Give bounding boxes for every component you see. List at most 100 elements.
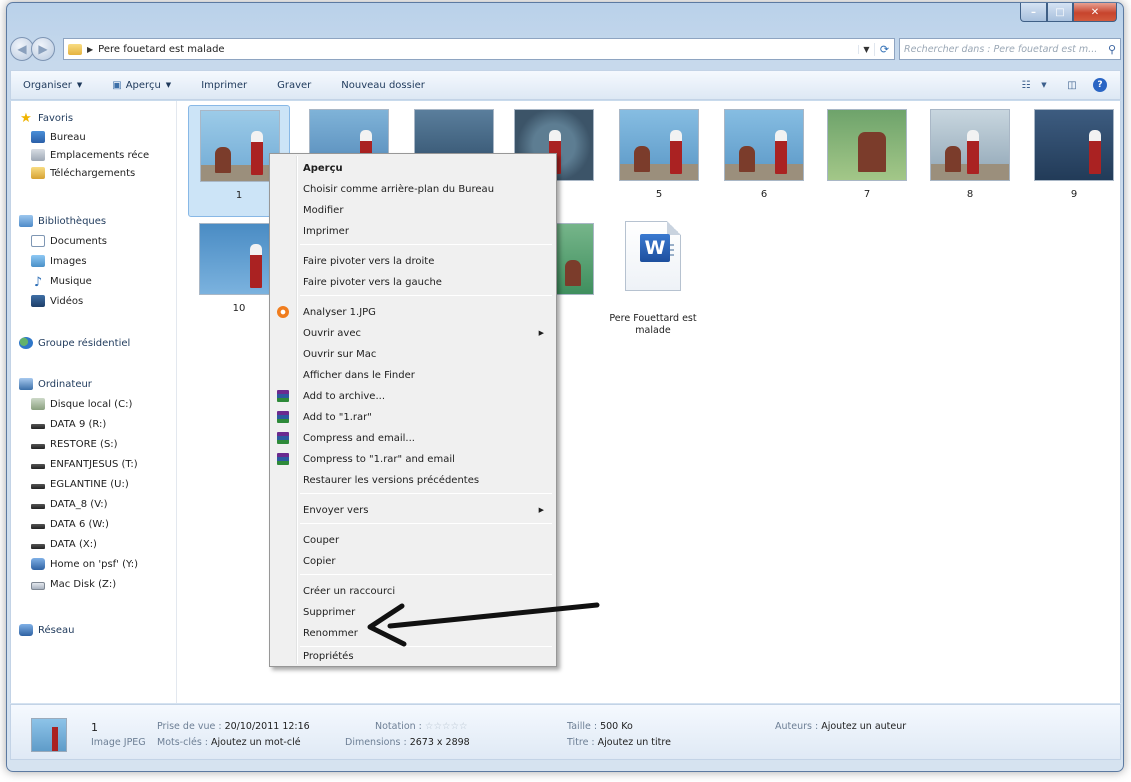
address-bar[interactable]: ▶ Pere fouetard est malade ▼ ⟳ xyxy=(63,38,895,60)
menu-item-rotate-left[interactable]: Faire pivoter vers la gauche xyxy=(272,272,554,292)
drive-icon xyxy=(31,484,45,489)
breadcrumb-current[interactable]: Pere fouetard est malade xyxy=(98,44,224,55)
nav-favorites[interactable]: ★ Favoris xyxy=(19,110,73,126)
nav-downloads[interactable]: Téléchargements xyxy=(31,165,135,181)
breadcrumb-chevron-icon[interactable]: ▶ xyxy=(87,45,93,54)
word-document-file[interactable]: W Pere Fouettard est malade xyxy=(603,221,703,341)
file-name: 7 xyxy=(863,189,871,200)
nav-drive[interactable]: Mac Disk (Z:) xyxy=(31,576,116,592)
menu-item-restore-versions[interactable]: Restaurer les versions précédentes xyxy=(272,470,554,490)
nav-drive[interactable]: DATA_8 (V:) xyxy=(31,496,108,512)
nav-images[interactable]: Images xyxy=(31,253,87,269)
details-pane: 1 Image JPEG Prise de vue : 20/10/2011 1… xyxy=(10,704,1121,760)
address-dropdown-icon[interactable]: ▼ xyxy=(858,44,874,54)
search-input[interactable]: Rechercher dans : Pere fouetard est m...… xyxy=(899,38,1121,60)
nav-drive[interactable]: Disque local (C:) xyxy=(31,396,132,412)
detail-title[interactable]: Titre : Ajoutez un titre xyxy=(567,737,671,748)
file-thumbnail[interactable]: 8 xyxy=(919,105,1021,217)
nav-drive[interactable]: RESTORE (S:) xyxy=(31,436,118,452)
print-button[interactable]: Imprimer xyxy=(201,80,247,91)
nav-label: DATA 9 (R:) xyxy=(50,418,107,430)
menu-item-scan[interactable]: Analyser 1.JPG xyxy=(272,302,554,322)
nav-drive[interactable]: ENFANTJESUS (T:) xyxy=(31,456,138,472)
menu-item-show-in-finder[interactable]: Afficher dans le Finder xyxy=(272,365,554,385)
forward-arrow-icon[interactable]: ▶ xyxy=(31,37,55,61)
nav-homegroup[interactable]: Groupe résidentiel xyxy=(19,335,130,351)
nav-label: Mac Disk (Z:) xyxy=(50,578,117,590)
menu-item-preview[interactable]: Aperçu xyxy=(272,158,554,178)
menu-item-compress-rar-email[interactable]: Compress to "1.rar" and email xyxy=(272,449,554,469)
homegroup-icon xyxy=(19,337,33,349)
image-thumbnail xyxy=(827,109,907,181)
menu-item-label: Analyser 1.JPG xyxy=(303,306,376,318)
close-icon[interactable]: ✕ xyxy=(1073,3,1117,22)
file-thumbnail[interactable]: 7 xyxy=(816,105,918,217)
detail-keywords[interactable]: Mots-clés : Ajoutez un mot-clé xyxy=(157,737,301,748)
nav-music[interactable]: ♪ Musique xyxy=(31,273,92,290)
menu-item-rename[interactable]: Renommer xyxy=(272,623,554,643)
menu-item-add-to-archive[interactable]: Add to archive... xyxy=(272,386,554,406)
nav-drive[interactable]: DATA (X:) xyxy=(31,536,97,552)
menu-item-edit[interactable]: Modifier xyxy=(272,200,554,220)
file-name: 8 xyxy=(966,189,974,200)
local-disk-icon xyxy=(31,398,45,410)
menu-item-add-to-rar[interactable]: Add to "1.rar" xyxy=(272,407,554,427)
nav-recent-places[interactable]: Emplacements réce xyxy=(31,147,149,163)
drive-icon xyxy=(31,544,45,549)
nav-drive[interactable]: DATA 9 (R:) xyxy=(31,416,106,432)
image-thumbnail xyxy=(724,109,804,181)
winrar-icon xyxy=(277,453,289,465)
nav-computer[interactable]: Ordinateur xyxy=(19,376,92,392)
nav-label: Réseau xyxy=(38,624,75,636)
chevron-down-icon[interactable]: ▼ xyxy=(1036,77,1052,93)
burn-button[interactable]: Graver xyxy=(277,80,311,91)
file-thumbnail[interactable]: 5 xyxy=(608,105,710,217)
nav-label: Documents xyxy=(50,235,108,247)
menu-item-properties[interactable]: Propriétés xyxy=(272,646,554,666)
help-button[interactable]: ? xyxy=(1092,77,1108,93)
organize-label: Organiser xyxy=(23,79,72,91)
selected-file-thumbnail xyxy=(31,718,67,752)
menu-item-delete[interactable]: Supprimer xyxy=(272,602,554,622)
nav-drive[interactable]: EGLANTINE (U:) xyxy=(31,476,129,492)
preview-pane-icon[interactable]: ◫ xyxy=(1064,77,1080,93)
menu-item-cut[interactable]: Couper xyxy=(272,530,554,550)
file-name: 5 xyxy=(655,189,663,200)
folder-icon xyxy=(68,43,82,55)
nav-network[interactable]: Réseau xyxy=(19,622,74,638)
nav-label: Ordinateur xyxy=(38,378,92,390)
refresh-icon[interactable]: ⟳ xyxy=(874,42,894,56)
drive-icon xyxy=(31,524,45,529)
nav-label: Images xyxy=(50,255,87,267)
nav-label: Emplacements réce xyxy=(50,149,150,161)
menu-item-create-shortcut[interactable]: Créer un raccourci xyxy=(272,581,554,601)
view-options-icon[interactable]: ☷ xyxy=(1018,77,1034,93)
search-icon[interactable]: ⚲ xyxy=(1108,43,1116,56)
minimize-icon[interactable]: – xyxy=(1020,3,1047,22)
nav-label: ENFANTJESUS (T:) xyxy=(50,458,138,470)
file-thumbnail[interactable]: 9 xyxy=(1023,105,1125,217)
menu-item-set-desktop-background[interactable]: Choisir comme arrière-plan du Bureau xyxy=(272,179,554,199)
organize-button[interactable]: Organiser ▼ xyxy=(23,80,82,91)
nav-videos[interactable]: Vidéos xyxy=(31,293,83,309)
nav-desktop[interactable]: Bureau xyxy=(31,129,86,145)
menu-item-send-to[interactable]: Envoyer vers ▶ xyxy=(272,500,554,520)
nav-libraries[interactable]: Bibliothèques xyxy=(19,213,106,229)
menu-item-rotate-right[interactable]: Faire pivoter vers la droite xyxy=(272,251,554,271)
menu-item-label: Ouvrir avec xyxy=(303,327,362,339)
menu-item-open-on-mac[interactable]: Ouvrir sur Mac xyxy=(272,344,554,364)
preview-button[interactable]: ▣ Aperçu ▼ xyxy=(112,80,171,91)
nav-documents[interactable]: Documents xyxy=(31,233,107,249)
maximize-icon[interactable]: □ xyxy=(1047,3,1073,22)
nav-drive[interactable]: DATA 6 (W:) xyxy=(31,516,109,532)
menu-item-open-with[interactable]: Ouvrir avec ▶ xyxy=(272,323,554,343)
detail-rating[interactable]: Notation : ☆☆☆☆☆ xyxy=(375,721,468,732)
detail-date-taken[interactable]: Prise de vue : 20/10/2011 12:16 xyxy=(157,721,310,732)
menu-item-compress-email[interactable]: Compress and email... xyxy=(272,428,554,448)
menu-item-print[interactable]: Imprimer xyxy=(272,221,554,241)
file-thumbnail[interactable]: 6 xyxy=(713,105,815,217)
menu-item-copy[interactable]: Copier xyxy=(272,551,554,571)
detail-authors[interactable]: Auteurs : Ajoutez un auteur xyxy=(775,721,906,732)
new-folder-button[interactable]: Nouveau dossier xyxy=(341,80,425,91)
nav-drive[interactable]: Home on 'psf' (Y:) xyxy=(31,556,138,572)
